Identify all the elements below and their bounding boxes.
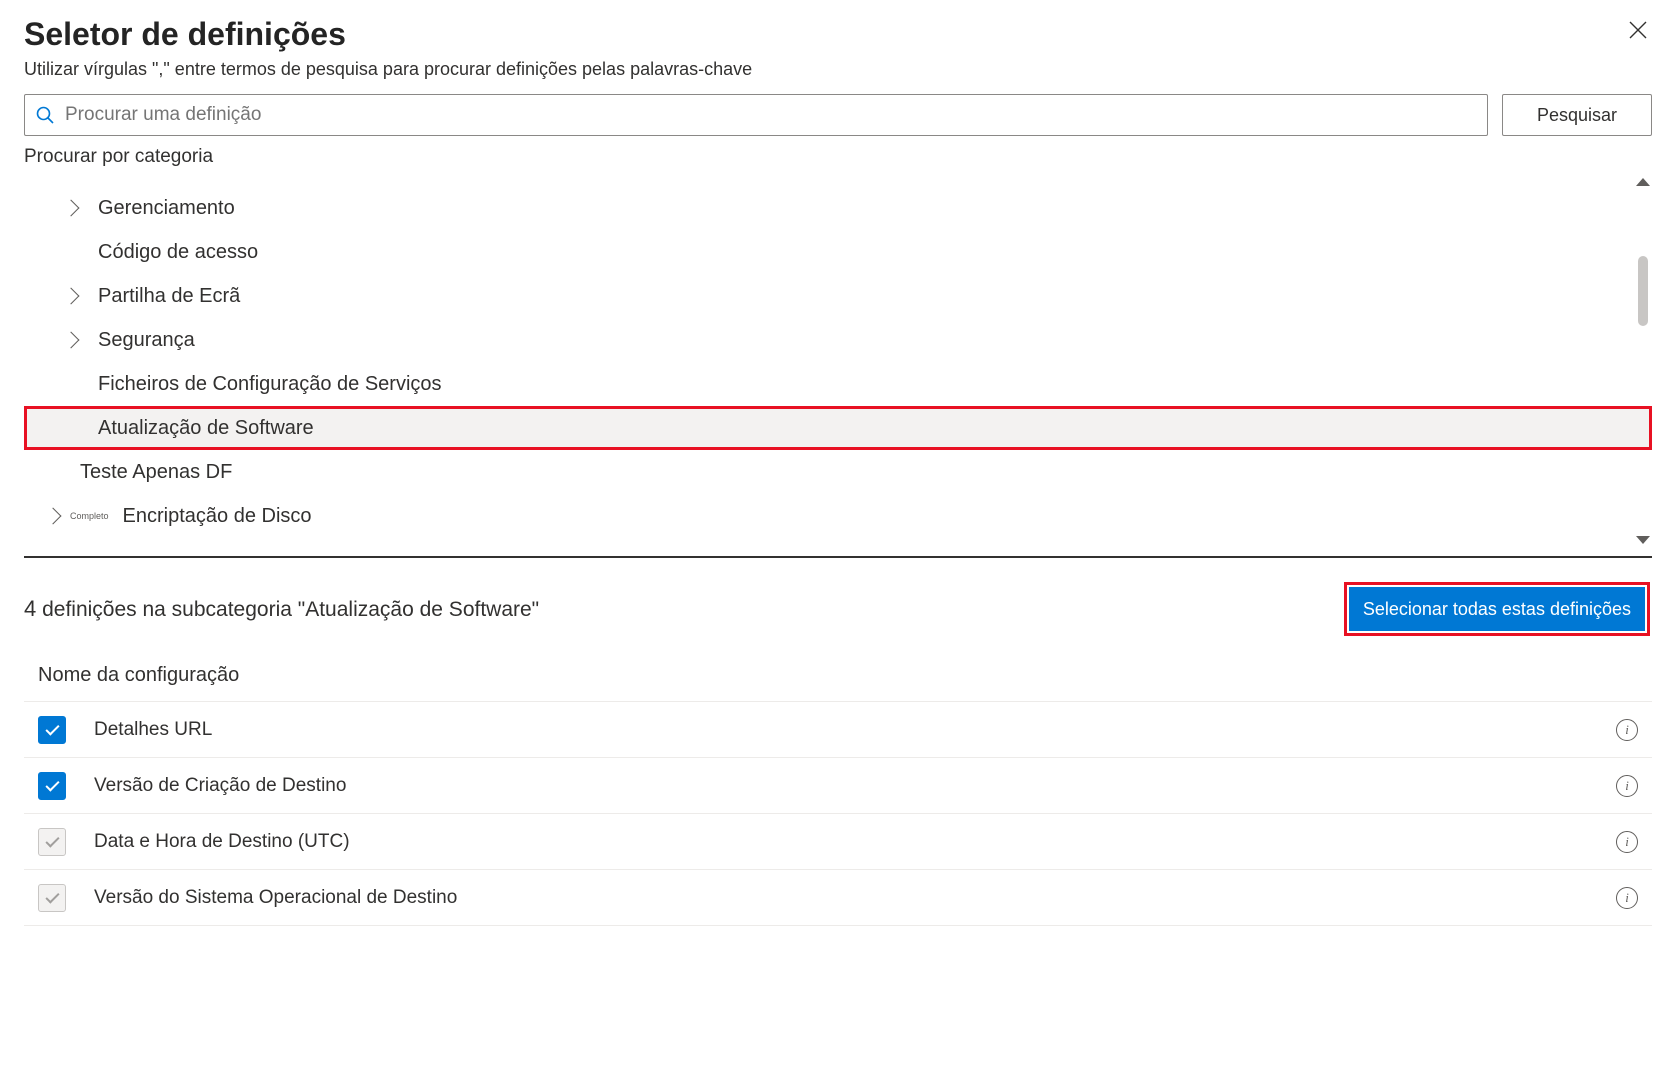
tree-item-label: Segurança bbox=[86, 329, 195, 352]
setting-row[interactable]: Versão do Sistema Operacional de Destino… bbox=[24, 870, 1652, 926]
search-box[interactable] bbox=[24, 94, 1488, 136]
panel-subtitle: Utilizar vírgulas "," entre termos de pe… bbox=[24, 59, 1652, 80]
setting-name: Detalhes URL bbox=[94, 719, 1616, 741]
search-input[interactable] bbox=[65, 104, 1477, 126]
info-icon[interactable]: i bbox=[1616, 719, 1638, 741]
tree-tag: Completo bbox=[70, 511, 109, 521]
close-icon bbox=[1628, 20, 1648, 40]
setting-name: Data e Hora de Destino (UTC) bbox=[94, 831, 1616, 853]
setting-name: Versão de Criação de Destino bbox=[94, 775, 1616, 797]
scrollbar[interactable] bbox=[1634, 176, 1652, 546]
setting-checkbox[interactable] bbox=[38, 828, 66, 856]
tree-item[interactable]: Segurança bbox=[24, 318, 1652, 362]
tree-item[interactable]: Código de acesso bbox=[24, 230, 1652, 274]
chevron-right-icon bbox=[63, 332, 80, 349]
select-all-button[interactable]: Selecionar todas estas definições bbox=[1349, 587, 1645, 631]
browse-label: Procurar por categoria bbox=[24, 146, 1652, 168]
setting-row[interactable]: Versão de Criação de Destinoi bbox=[24, 758, 1652, 814]
scroll-thumb[interactable] bbox=[1638, 256, 1648, 326]
search-icon bbox=[35, 105, 55, 125]
tree-item[interactable]: Partilha de Ecrã bbox=[24, 274, 1652, 318]
chevron-right-icon bbox=[45, 508, 62, 525]
setting-checkbox[interactable] bbox=[38, 884, 66, 912]
tree-item-label: Teste Apenas DF bbox=[68, 461, 232, 484]
tree-item-label: Gerenciamento bbox=[86, 197, 235, 220]
info-icon[interactable]: i bbox=[1616, 775, 1638, 797]
setting-row[interactable]: Data e Hora de Destino (UTC)i bbox=[24, 814, 1652, 870]
tree-item[interactable]: Teste Apenas DF bbox=[24, 450, 1652, 494]
close-button[interactable] bbox=[1624, 16, 1652, 48]
tree-item-label: Atualização de Software bbox=[86, 417, 314, 440]
scroll-up-icon[interactable] bbox=[1636, 178, 1650, 186]
info-icon[interactable]: i bbox=[1616, 831, 1638, 853]
panel-title: Seletor de definições bbox=[24, 16, 346, 53]
setting-checkbox[interactable] bbox=[38, 772, 66, 800]
checkmark-icon bbox=[45, 721, 59, 735]
scroll-track[interactable] bbox=[1634, 186, 1652, 536]
setting-checkbox[interactable] bbox=[38, 716, 66, 744]
info-icon[interactable]: i bbox=[1616, 887, 1638, 909]
search-button[interactable]: Pesquisar bbox=[1502, 94, 1652, 136]
tree-item-label: Ficheiros de Configuração de Serviços bbox=[86, 373, 442, 396]
tree-item[interactable]: Ficheiros de Configuração de Serviços bbox=[24, 362, 1652, 406]
tree-item[interactable]: Gerenciamento bbox=[24, 186, 1652, 230]
tree-item[interactable]: CompletoEncriptação de Disco bbox=[24, 494, 1652, 538]
config-name-header: Nome da configuração bbox=[24, 664, 1652, 702]
chevron-right-icon bbox=[63, 200, 80, 217]
scroll-down-icon[interactable] bbox=[1636, 536, 1650, 544]
chevron-right-icon bbox=[63, 288, 80, 305]
tree-item[interactable]: Atualização de Software bbox=[24, 406, 1652, 450]
tree-item-label: Código de acesso bbox=[86, 241, 258, 264]
setting-row[interactable]: Detalhes URLi bbox=[24, 702, 1652, 758]
section-divider bbox=[24, 556, 1652, 558]
tree-item-label: Encriptação de Disco bbox=[111, 505, 312, 528]
checkmark-icon bbox=[45, 833, 59, 847]
tree-item-label: Partilha de Ecrã bbox=[86, 285, 240, 308]
results-count: 4 definições na subcategoria "Atualizaçã… bbox=[24, 596, 539, 622]
setting-name: Versão do Sistema Operacional de Destino bbox=[94, 887, 1616, 909]
checkmark-icon bbox=[45, 889, 59, 903]
checkmark-icon bbox=[45, 777, 59, 791]
category-tree: Gerenciamento Código de acesso Partilha de… bbox=[24, 176, 1652, 546]
